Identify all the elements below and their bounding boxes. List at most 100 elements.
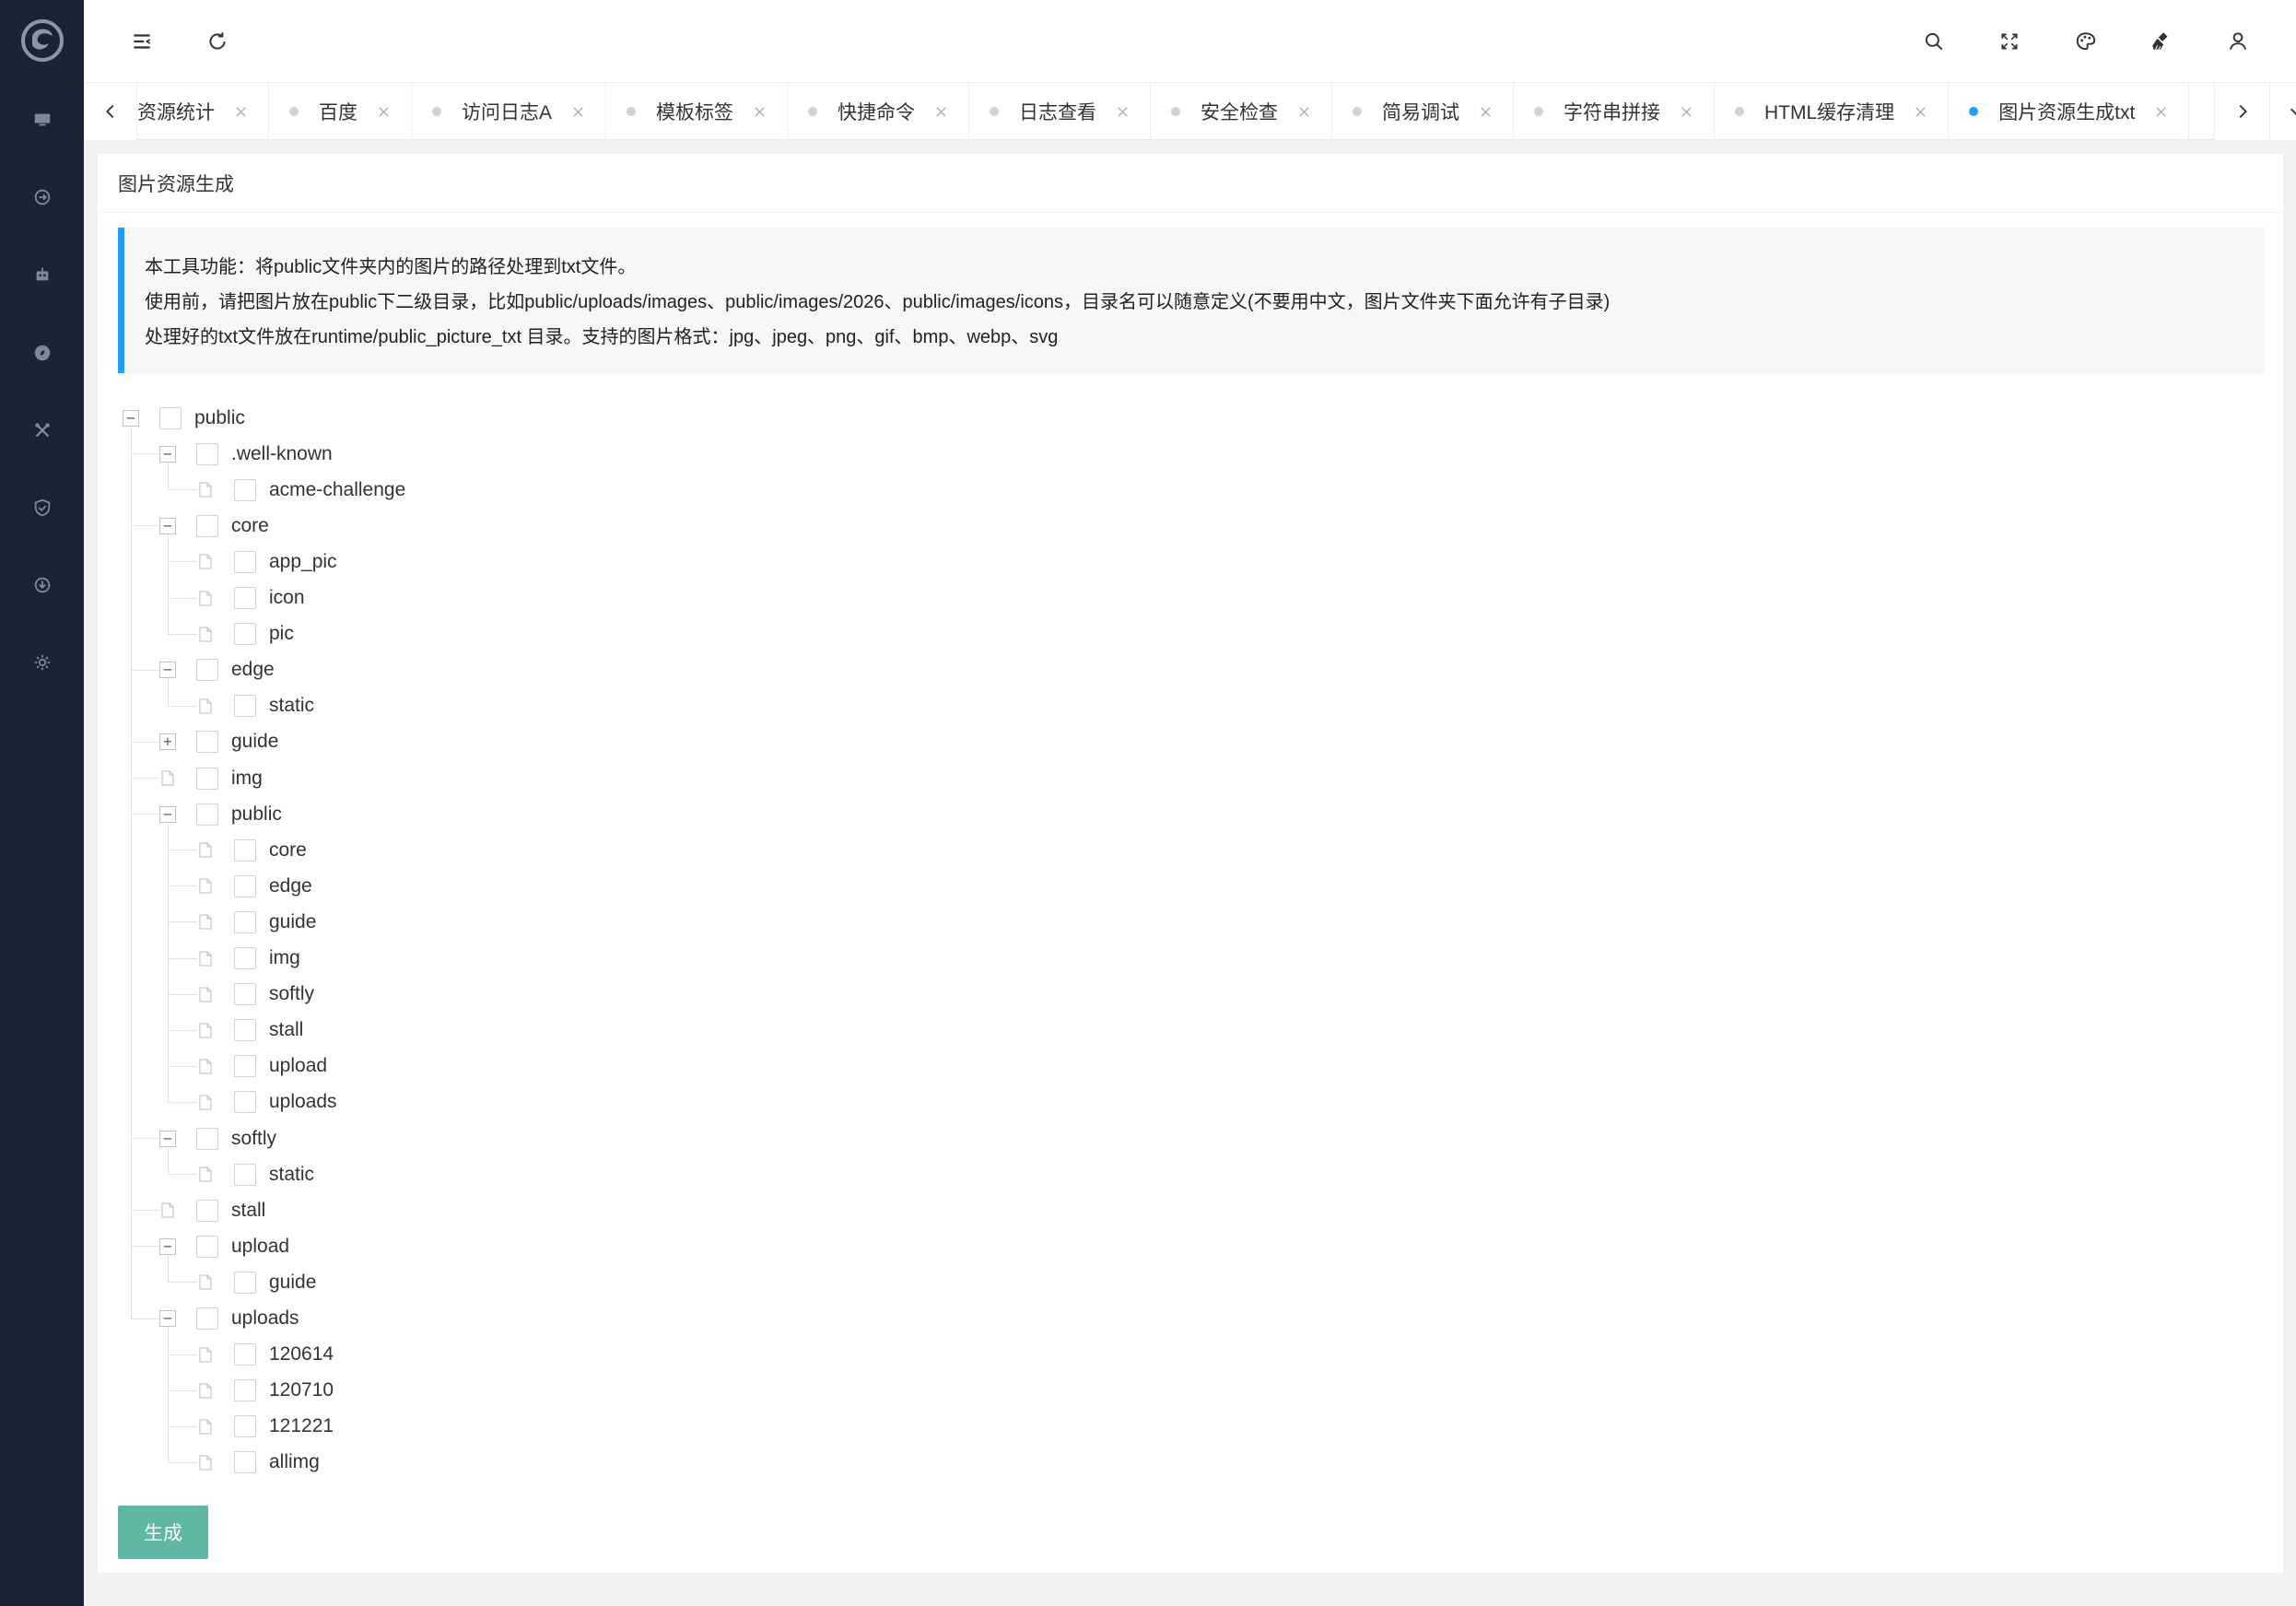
tree-checkbox[interactable] xyxy=(196,659,218,682)
sidebar-item-robot[interactable] xyxy=(0,256,84,293)
tree-checkbox[interactable] xyxy=(196,1235,218,1258)
clear-cache-button[interactable] xyxy=(2143,23,2180,60)
tree-node[interactable]: img xyxy=(159,760,263,796)
tree-checkbox[interactable] xyxy=(196,1199,218,1222)
tree-checkbox[interactable] xyxy=(196,1127,218,1150)
collapse-toggle-icon[interactable]: − xyxy=(159,445,176,463)
tree-node[interactable]: 120710 xyxy=(197,1373,334,1409)
menu-collapse-button[interactable] xyxy=(123,23,160,60)
tree-checkbox[interactable] xyxy=(196,803,218,826)
refresh-button[interactable] xyxy=(199,23,236,60)
tree-checkbox[interactable] xyxy=(234,695,256,718)
tree-checkbox[interactable] xyxy=(196,514,218,537)
tree-node[interactable]: icon xyxy=(197,580,305,616)
collapse-toggle-icon[interactable]: − xyxy=(159,1310,176,1327)
user-button[interactable] xyxy=(2220,23,2256,60)
sidebar-item-refresh-cycle[interactable] xyxy=(0,179,84,216)
collapse-toggle-icon[interactable]: − xyxy=(159,662,176,679)
tab-item[interactable]: 资源统计 xyxy=(137,83,269,140)
tree-node[interactable]: static xyxy=(197,688,314,724)
tree-checkbox[interactable] xyxy=(196,442,218,465)
collapse-toggle-icon[interactable]: − xyxy=(159,517,176,534)
tree-checkbox[interactable] xyxy=(234,1271,256,1294)
tab-item[interactable]: 快捷命令 xyxy=(788,83,970,140)
close-icon[interactable] xyxy=(2153,104,2168,119)
tree-checkbox[interactable] xyxy=(234,1091,256,1114)
tree-checkbox[interactable] xyxy=(234,1055,256,1078)
tree-checkbox[interactable] xyxy=(234,478,256,501)
collapse-toggle-icon[interactable]: − xyxy=(123,409,139,427)
tree-checkbox[interactable] xyxy=(234,1451,256,1474)
tree-node[interactable]: core xyxy=(197,832,307,868)
tree-node[interactable]: guide xyxy=(197,904,316,940)
tab-menu-button[interactable] xyxy=(2269,83,2296,140)
close-icon[interactable] xyxy=(752,104,767,119)
close-icon[interactable] xyxy=(1296,104,1311,119)
tree-node[interactable]: uploads xyxy=(197,1084,337,1120)
close-icon[interactable] xyxy=(1913,104,1927,119)
collapse-toggle-icon[interactable]: − xyxy=(159,1237,176,1255)
tree-checkbox[interactable] xyxy=(234,1019,256,1042)
expand-toggle-icon[interactable]: + xyxy=(159,733,176,751)
tab-item[interactable]: 模板标签 xyxy=(606,83,789,140)
tree-node[interactable]: allimg xyxy=(197,1445,320,1481)
tree-checkbox[interactable] xyxy=(234,550,256,573)
tree-checkbox[interactable] xyxy=(234,1163,256,1186)
tree-checkbox[interactable] xyxy=(196,1307,218,1330)
tab-scroll-right-button[interactable] xyxy=(2214,83,2269,140)
tree-node[interactable]: softly xyxy=(197,977,314,1013)
tab-item[interactable]: 访问日志A xyxy=(412,83,607,140)
tree-node[interactable]: upload xyxy=(197,1049,327,1084)
tree-node[interactable]: − softly xyxy=(159,1120,276,1156)
tree-checkbox[interactable] xyxy=(159,406,182,429)
tree-node[interactable]: stall xyxy=(159,1192,265,1228)
tree-node[interactable]: + guide xyxy=(159,724,278,760)
theme-button[interactable] xyxy=(2068,23,2104,60)
close-icon[interactable] xyxy=(570,104,585,119)
close-icon[interactable] xyxy=(376,104,391,119)
tree-checkbox[interactable] xyxy=(234,587,256,609)
close-icon[interactable] xyxy=(933,104,948,119)
tree-node[interactable]: 121221 xyxy=(197,1409,334,1445)
tree-node[interactable]: pic xyxy=(197,616,294,652)
tree-checkbox[interactable] xyxy=(234,1379,256,1402)
tab-item[interactable]: 图片资源生成txt xyxy=(1949,83,2190,140)
generate-button[interactable]: 生成 xyxy=(118,1506,208,1559)
tab-scroll-left-button[interactable] xyxy=(84,83,137,140)
sidebar-item-security[interactable] xyxy=(0,489,84,526)
tab-item[interactable]: HTML缓存清理 xyxy=(1715,83,1950,140)
tree-node[interactable]: − core xyxy=(159,508,269,544)
sidebar-item-compass[interactable] xyxy=(0,334,84,371)
tree-node[interactable]: − .well-known xyxy=(159,436,333,472)
tree-checkbox[interactable] xyxy=(234,1343,256,1366)
tree-checkbox[interactable] xyxy=(234,623,256,646)
tab-item[interactable]: 安全检查 xyxy=(1151,83,1333,140)
close-icon[interactable] xyxy=(1478,104,1493,119)
tree-node[interactable]: acme-challenge xyxy=(197,472,405,508)
tree-checkbox[interactable] xyxy=(196,767,218,790)
tree-node[interactable]: img xyxy=(197,941,300,977)
app-logo[interactable] xyxy=(0,0,84,81)
tree-node[interactable]: − edge xyxy=(159,652,275,688)
tree-node[interactable]: static xyxy=(197,1156,314,1192)
tree-checkbox[interactable] xyxy=(234,983,256,1006)
tree-node[interactable]: edge xyxy=(197,868,312,904)
tree-node[interactable]: − public xyxy=(159,796,282,832)
sidebar-item-settings[interactable] xyxy=(0,644,84,681)
close-icon[interactable] xyxy=(1679,104,1693,119)
tree-node[interactable]: − uploads xyxy=(159,1301,299,1337)
tree-node[interactable]: − public xyxy=(123,400,245,436)
sidebar-item-monitor[interactable] xyxy=(0,101,84,138)
tree-node[interactable]: stall xyxy=(197,1013,303,1049)
tree-checkbox[interactable] xyxy=(234,838,256,862)
sidebar-item-download[interactable] xyxy=(0,567,84,604)
tab-item[interactable]: 简易调试 xyxy=(1332,83,1515,140)
collapse-toggle-icon[interactable]: − xyxy=(159,805,176,823)
tree-node[interactable]: guide xyxy=(197,1264,316,1300)
tree-node[interactable]: 120614 xyxy=(197,1337,334,1373)
tab-item[interactable]: 字符串拼接 xyxy=(1514,83,1716,140)
close-icon[interactable] xyxy=(233,104,248,119)
tree-checkbox[interactable] xyxy=(196,731,218,754)
search-button[interactable] xyxy=(1915,23,1952,60)
tab-item[interactable]: 百度 xyxy=(269,83,412,140)
